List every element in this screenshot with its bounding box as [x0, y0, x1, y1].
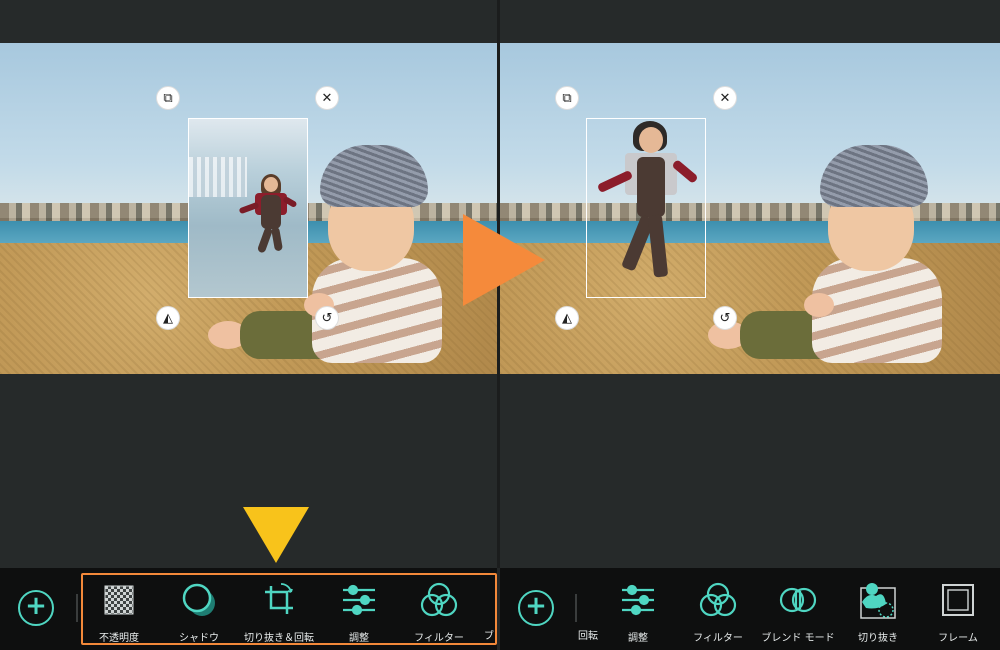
duplicate-icon[interactable]: ⧉: [555, 86, 579, 110]
girl-cutout-figure: [587, 119, 707, 299]
tool-frame[interactable]: フレーム: [913, 580, 1000, 644]
add-button[interactable]: +: [18, 590, 54, 626]
close-icon[interactable]: ✕: [713, 86, 737, 110]
tool-label: 切り抜き: [858, 633, 898, 644]
tool-label: ブレンド モード: [761, 633, 835, 644]
toolbar-divider: [497, 568, 500, 650]
cutout-icon: [858, 580, 898, 620]
highlight-box: [81, 573, 497, 645]
girl-figure: [189, 119, 309, 299]
tool-cutout[interactable]: 切り抜き: [833, 580, 923, 644]
panel-divider: [497, 0, 500, 650]
add-button[interactable]: +: [518, 590, 554, 626]
rotate-icon[interactable]: ↺: [713, 306, 737, 330]
flip-icon[interactable]: ◭: [156, 306, 180, 330]
tool-label: フィルター: [693, 633, 743, 644]
tool-label: 調整: [628, 633, 648, 644]
baby-figure: [700, 143, 942, 363]
toolbar-separator: [575, 594, 577, 622]
filter-icon: [698, 580, 738, 620]
transition-arrow-icon: [463, 214, 545, 306]
sticker-image-selected[interactable]: [188, 118, 308, 298]
duplicate-icon[interactable]: ⧉: [156, 86, 180, 110]
sticker-cutout-selected[interactable]: [586, 118, 706, 298]
adjust-icon: [618, 580, 658, 620]
flip-icon[interactable]: ◭: [555, 306, 579, 330]
tool-label: フレーム: [938, 633, 978, 644]
pointer-arrow-icon: [243, 507, 309, 563]
frame-icon: [938, 580, 978, 620]
close-icon[interactable]: ✕: [315, 86, 339, 110]
right-editor-panel: ⧉ ✕ ◭ ↺: [500, 0, 1000, 650]
tool-adjust[interactable]: 調整: [593, 580, 683, 644]
rotate-icon[interactable]: ↺: [315, 306, 339, 330]
tool-blend-mode[interactable]: ブレンド モード: [753, 580, 843, 644]
tool-filter[interactable]: フィルター: [673, 580, 763, 644]
blend-mode-icon: [778, 580, 818, 620]
